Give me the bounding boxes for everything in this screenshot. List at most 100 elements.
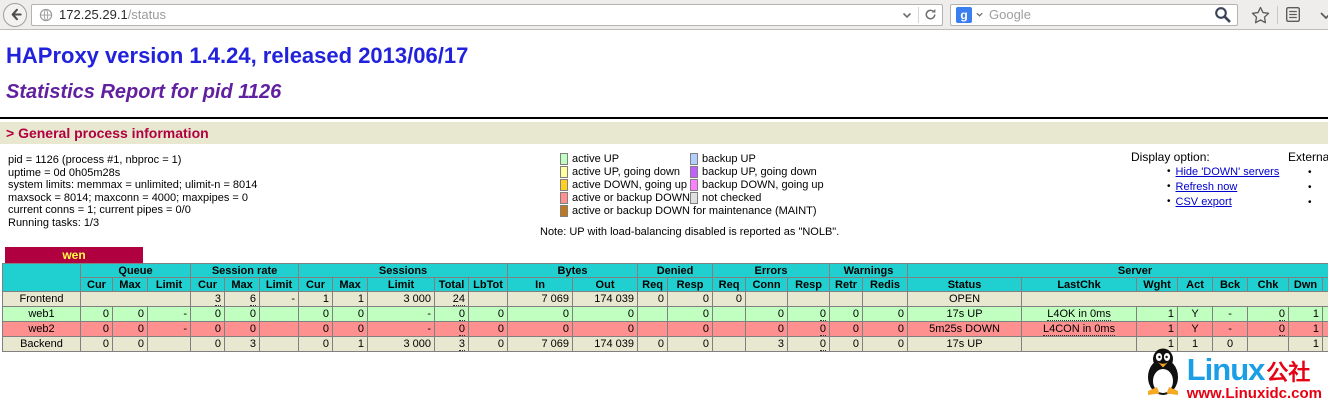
display-option-link[interactable]: CSV export <box>1176 196 1232 208</box>
stat-cell: 0 <box>298 321 334 337</box>
stat-cell: - <box>146 306 192 322</box>
bookmarks-menu-icon[interactable] <box>1285 6 1301 23</box>
stat-cell: OPEN <box>907 291 1023 307</box>
display-options-title: Display option: <box>1131 150 1210 164</box>
column-header: Max <box>332 277 369 292</box>
bookmark-star-icon[interactable] <box>1251 6 1270 24</box>
stat-cell: - <box>1212 306 1249 322</box>
search-bar[interactable]: g <box>950 3 1238 26</box>
column-header: Cur <box>80 277 113 292</box>
page-title[interactable]: HAProxy version 1.4.24, released 2013/06… <box>6 43 468 69</box>
stat-cell: 1 <box>1136 306 1179 322</box>
search-engine-icon[interactable]: g <box>956 6 972 23</box>
stat-cell: 3 <box>745 336 789 352</box>
stat-cell: L4OK in 0ms <box>1021 306 1138 322</box>
stat-cell: 24 <box>434 291 470 307</box>
stat-cell: 1 <box>1288 306 1324 322</box>
column-header: Act <box>1177 277 1214 292</box>
stats-table: Queue Session rate Sessions Bytes Denied Erro… <box>2 263 1328 352</box>
column-header: Redis <box>862 277 909 292</box>
urlbar-dropdown-chevron-icon[interactable] <box>901 9 913 21</box>
legend-label: active DOWN, going up <box>572 178 687 191</box>
legend-label: active or backup DOWN <box>572 191 690 204</box>
menu-chevron-icon[interactable] <box>1318 7 1328 23</box>
column-group-header: Warnings <box>829 263 909 278</box>
stat-cell: - <box>259 291 300 307</box>
stat-cell: L4CON in 0ms <box>1021 321 1138 337</box>
stat-cell <box>712 306 747 322</box>
legend-label: active UP <box>572 152 620 165</box>
process-info-line: current conns = 1; current pipes = 0/0 <box>8 204 191 216</box>
watermark-url: www.Linuxidc.com <box>1186 385 1322 402</box>
search-icon[interactable] <box>1214 6 1231 23</box>
stat-cell: 7 069 <box>507 291 574 307</box>
legend-item: backup DOWN, going up <box>690 178 824 191</box>
stat-cell: 0 <box>434 306 470 322</box>
column-group-header: Errors <box>712 263 831 278</box>
back-button[interactable] <box>3 2 27 27</box>
stat-cell: 0 <box>829 336 864 352</box>
stat-cell: 3 <box>224 336 261 352</box>
stat-cell: - <box>367 321 436 337</box>
stat-cell: Y <box>1177 321 1214 337</box>
legend-swatch <box>690 165 698 178</box>
legend-swatch <box>560 191 568 204</box>
stat-cell: - <box>146 321 192 337</box>
watermark-brand-suffix: 公社 <box>1266 360 1311 385</box>
legend-swatch <box>690 191 698 204</box>
column-header: Wght <box>1136 277 1179 292</box>
column-header: Dwn <box>1288 277 1324 292</box>
stat-cell <box>146 336 192 352</box>
stat-cell: 0 <box>434 321 470 337</box>
page-subtitle: Statistics Report for pid 1126 <box>6 81 282 103</box>
legend-note: Note: UP with load-balancing disabled is… <box>540 226 840 238</box>
urlbar-separator <box>918 6 919 23</box>
column-header: Limit <box>146 277 192 292</box>
stat-cell <box>712 336 747 352</box>
reload-icon[interactable] <box>924 8 937 21</box>
stat-cell: 0 <box>637 291 669 307</box>
column-group-header: Sessions <box>298 263 509 278</box>
watermark: Linux 公社 www.Linuxidc.com <box>1141 346 1322 401</box>
stat-cell: 0 <box>468 306 509 322</box>
legend-label: backup DOWN, going up <box>702 178 824 191</box>
process-info-row: pid = 1126 (process #1, nbproc = 1) uptim… <box>0 144 1328 244</box>
external-resource-bullet: • <box>1308 182 1312 193</box>
tux-penguin-icon <box>1141 346 1185 401</box>
stat-cell: 0 <box>667 306 714 322</box>
column-header: Resp <box>667 277 714 292</box>
stat-cell <box>259 336 300 352</box>
stat-cell: 3 <box>190 291 226 307</box>
stat-cell: 0 <box>80 336 113 352</box>
stat-cell: 0 <box>667 321 714 337</box>
stat-cell <box>468 291 509 307</box>
column-header: In <box>507 277 574 292</box>
stat-cell: - <box>1212 321 1249 337</box>
search-input[interactable] <box>984 6 1214 23</box>
display-option-link[interactable]: Refresh now <box>1176 181 1238 193</box>
column-header: Limit <box>259 277 300 292</box>
stat-cell <box>745 291 789 307</box>
globe-icon <box>39 8 53 22</box>
watermark-brand: Linux <box>1186 352 1266 387</box>
stat-cell: 1 <box>332 291 369 307</box>
stat-cell <box>712 321 747 337</box>
stat-cell: 0 <box>507 321 574 337</box>
legend-backup-column: backup UP backup UP, going down backup DOW… <box>690 152 824 204</box>
column-group-header: Bytes <box>507 263 639 278</box>
stat-cell: 0 <box>829 321 864 337</box>
column-header: LbTot <box>468 277 509 292</box>
column-header: Conn <box>745 277 789 292</box>
display-option-link[interactable]: Hide 'DOWN' servers <box>1176 166 1280 178</box>
stat-cell: 0 <box>667 291 714 307</box>
stat-cell: 0 <box>112 306 148 322</box>
url-input[interactable]: 172.25.29.1/status <box>31 3 943 26</box>
stat-cell <box>637 306 669 322</box>
stat-cell: 0 <box>80 306 113 322</box>
column-header: Retr <box>829 277 864 292</box>
stat-cell: 1 <box>1136 321 1179 337</box>
search-engine-chevron-icon[interactable] <box>975 10 984 19</box>
stat-cell <box>259 306 300 322</box>
stat-cell: 0 <box>507 306 574 322</box>
legend-label: not checked <box>702 191 762 204</box>
